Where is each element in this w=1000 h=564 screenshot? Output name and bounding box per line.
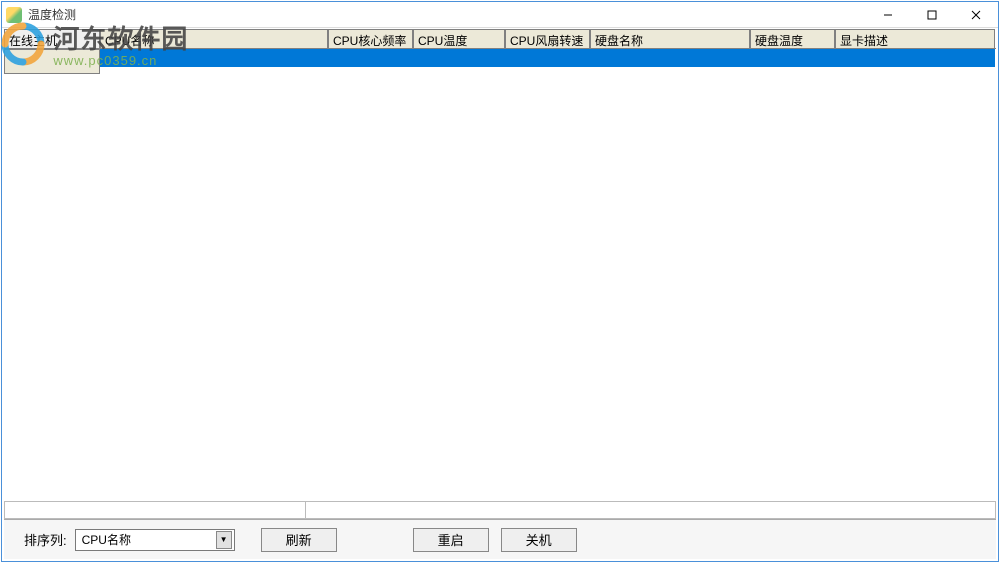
app-window: 温度检测 在线主机 CPU名称 CPU核心频率 CPU温度 CPU风扇转速 硬盘… (1, 1, 999, 562)
sort-column-combo[interactable]: CPU名称 ▼ (75, 529, 235, 551)
cell-hdd-temp[interactable] (750, 49, 835, 67)
close-button[interactable] (954, 2, 998, 28)
cell-cpu-core-freq[interactable] (328, 49, 413, 67)
table-row[interactable] (4, 49, 996, 67)
col-online-host[interactable]: 在线主机 (4, 29, 100, 48)
col-cpu-temp[interactable]: CPU温度 (413, 29, 505, 48)
cell-gpu-desc[interactable] (835, 49, 995, 67)
sort-column-label: 排序列: (24, 530, 67, 549)
cell-cpu-temp[interactable] (413, 49, 505, 67)
cell-hdd-name[interactable] (590, 49, 750, 67)
cell-online-host[interactable] (4, 49, 100, 74)
chevron-down-icon[interactable]: ▼ (216, 531, 232, 549)
cell-cpu-name[interactable] (100, 49, 328, 67)
col-cpu-name[interactable]: CPU名称 (100, 29, 328, 48)
titlebar: 温度检测 (2, 2, 998, 28)
restart-button[interactable]: 重启 (413, 528, 489, 552)
cell-cpu-fan-speed[interactable] (505, 49, 590, 67)
bottom-bar: 排序列: CPU名称 ▼ 刷新 重启 关机 (4, 519, 996, 559)
content-area: 在线主机 CPU名称 CPU核心频率 CPU温度 CPU风扇转速 硬盘名称 硬盘… (4, 29, 996, 517)
shutdown-button[interactable]: 关机 (501, 528, 577, 552)
col-hdd-temp[interactable]: 硬盘温度 (750, 29, 835, 48)
maximize-button[interactable] (910, 2, 954, 28)
minimize-button[interactable] (866, 2, 910, 28)
col-cpu-fan-speed[interactable]: CPU风扇转速 (505, 29, 590, 48)
status-divider (305, 502, 306, 518)
window-controls (866, 2, 998, 28)
sort-column-value: CPU名称 (82, 531, 131, 548)
status-bar (4, 501, 996, 519)
col-cpu-core-freq[interactable]: CPU核心频率 (328, 29, 413, 48)
window-title: 温度检测 (28, 6, 76, 23)
table-header: 在线主机 CPU名称 CPU核心频率 CPU温度 CPU风扇转速 硬盘名称 硬盘… (4, 29, 996, 49)
app-icon (6, 7, 22, 23)
titlebar-left: 温度检测 (6, 6, 76, 23)
col-hdd-name[interactable]: 硬盘名称 (590, 29, 750, 48)
refresh-button[interactable]: 刷新 (261, 528, 337, 552)
col-gpu-desc[interactable]: 显卡描述 (835, 29, 995, 48)
